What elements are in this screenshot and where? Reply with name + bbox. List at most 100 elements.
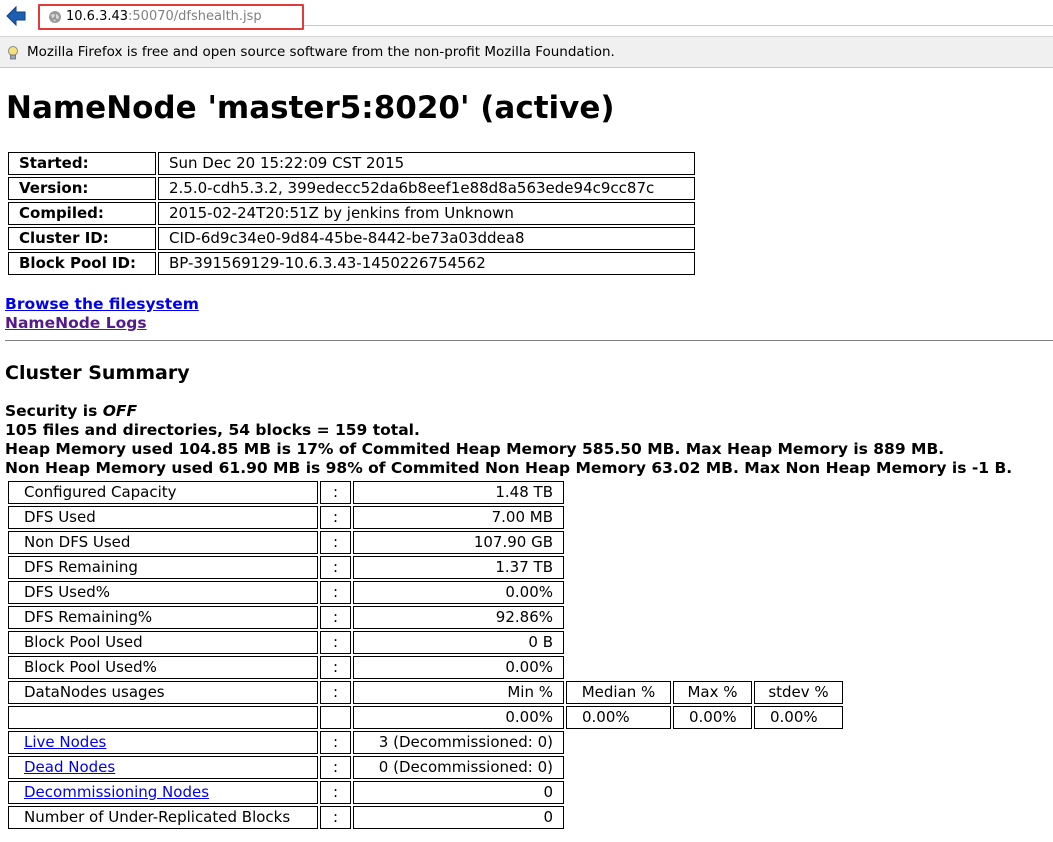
node-row: Dead Nodes:0 (Decommissioned: 0) — [8, 756, 843, 779]
info-key: Cluster ID: — [8, 227, 156, 250]
capacity-label: DFS Used% — [8, 581, 318, 604]
separator-cell: : — [320, 631, 351, 654]
cluster-capacity-table: Configured Capacity:1.48 TB DFS Used:7.00… — [6, 479, 845, 831]
info-row: Started: Sun Dec 20 15:22:09 CST 2015 — [8, 152, 695, 175]
datanodes-value-median: 0.00% — [566, 706, 671, 729]
security-line: Security is OFF — [5, 402, 1012, 421]
node-link[interactable]: Dead Nodes — [24, 758, 115, 776]
browse-filesystem-link[interactable]: Browse the filesystem — [5, 295, 199, 314]
separator-cell: : — [320, 556, 351, 579]
node-value: 0 — [353, 806, 564, 829]
url-host: 10.6.3.43 — [66, 9, 129, 24]
datanodes-header-max: Max % — [673, 681, 752, 704]
lightbulb-icon — [8, 46, 18, 60]
separator-cell: : — [320, 506, 351, 529]
capacity-row: Configured Capacity:1.48 TB — [8, 481, 843, 504]
info-key: Block Pool ID: — [8, 252, 156, 275]
separator-cell: : — [320, 781, 351, 804]
separator-cell: : — [320, 806, 351, 829]
capacity-row: DFS Used:7.00 MB — [8, 506, 843, 529]
notification-bar: Mozilla Firefox is free and open source … — [0, 36, 1053, 68]
empty-cell — [8, 706, 318, 729]
info-row: Compiled: 2015-02-24T20:51Z by jenkins fr… — [8, 202, 695, 225]
capacity-value: 1.37 TB — [353, 556, 564, 579]
divider — [5, 340, 1053, 341]
separator-cell: : — [320, 481, 351, 504]
separator-cell: : — [320, 681, 351, 704]
capacity-label: DFS Remaining — [8, 556, 318, 579]
separator-cell: : — [320, 731, 351, 754]
summary-line: Non Heap Memory used 61.90 MB is 98% of … — [5, 459, 1013, 477]
info-value: BP-391569129-10.6.3.43-1450226754562 — [158, 252, 695, 275]
node-label-cell: Live Nodes — [8, 731, 318, 754]
datanodes-header-row: DataNodes usages: Min % Median % Max % stdev… — [8, 681, 843, 704]
empty-cell — [320, 706, 351, 729]
capacity-value: 0.00% — [353, 581, 564, 604]
capacity-value: 1.48 TB — [353, 481, 564, 504]
datanodes-value-max: 0.00% — [673, 706, 752, 729]
capacity-row: DFS Remaining:1.37 TB — [8, 556, 843, 579]
separator-cell: : — [320, 606, 351, 629]
capacity-label: Non DFS Used — [8, 531, 318, 554]
datanodes-label: DataNodes usages — [8, 681, 318, 704]
capacity-label: DFS Used — [8, 506, 318, 529]
info-row: Block Pool ID: BP-391569129-10.6.3.43-145… — [8, 252, 695, 275]
capacity-row: Non DFS Used:107.90 GB — [8, 531, 843, 554]
url-bar[interactable]: 10.6.3.43:50070/dfshealth.jsp — [38, 4, 304, 30]
page-title: NameNode 'master5:8020' (active) — [6, 90, 615, 126]
node-label-cell: Number of Under-Replicated Blocks — [8, 806, 318, 829]
info-key: Started: — [8, 152, 156, 175]
node-value: 0 — [353, 781, 564, 804]
capacity-value: 0 B — [353, 631, 564, 654]
capacity-row: DFS Used%:0.00% — [8, 581, 843, 604]
node-value: 0 (Decommissioned: 0) — [353, 756, 564, 779]
info-value: 2.5.0-cdh5.3.2, 399edecc52da6b8eef1e88d8… — [158, 177, 695, 200]
cluster-summary-text: Security is OFF 105 files and directorie… — [5, 402, 1012, 478]
node-row: Number of Under-Replicated Blocks:0 — [8, 806, 843, 829]
capacity-row: DFS Remaining%:92.86% — [8, 606, 843, 629]
summary-line: 105 files and directories, 54 blocks = 1… — [5, 421, 420, 439]
globe-icon — [49, 11, 61, 23]
info-key: Compiled: — [8, 202, 156, 225]
capacity-label: Block Pool Used — [8, 631, 318, 654]
node-row: Decommissioning Nodes:0 — [8, 781, 843, 804]
datanodes-header-min: Min % — [353, 681, 564, 704]
datanodes-header-median: Median % — [566, 681, 671, 704]
security-label: Security is — [5, 402, 103, 420]
node-label-cell: Decommissioning Nodes — [8, 781, 318, 804]
info-value: Sun Dec 20 15:22:09 CST 2015 — [158, 152, 695, 175]
browser-toolbar: 10.6.3.43:50070/dfshealth.jsp — [0, 0, 1053, 34]
info-key: Version: — [8, 177, 156, 200]
capacity-value: 107.90 GB — [353, 531, 564, 554]
url-text: 10.6.3.43:50070/dfshealth.jsp — [66, 9, 262, 25]
info-value: CID-6d9c34e0-9d84-45be-8442-be73a03ddea8 — [158, 227, 695, 250]
node-link[interactable]: Live Nodes — [24, 733, 106, 751]
security-value: OFF — [102, 402, 138, 420]
separator-cell: : — [320, 531, 351, 554]
summary-line: Heap Memory used 104.85 MB is 17% of Com… — [5, 440, 945, 458]
namenode-logs-link[interactable]: NameNode Logs — [5, 314, 199, 333]
namenode-info-table: Started: Sun Dec 20 15:22:09 CST 2015 Vers… — [6, 150, 697, 277]
info-row: Version: 2.5.0-cdh5.3.2, 399edecc52da6b8e… — [8, 177, 695, 200]
node-row: Live Nodes:3 (Decommissioned: 0) — [8, 731, 843, 754]
datanodes-values-row: 0.00% 0.00% 0.00% 0.00% — [8, 706, 843, 729]
back-arrow-icon[interactable] — [4, 4, 28, 28]
node-value: 3 (Decommissioned: 0) — [353, 731, 564, 754]
info-row: Cluster ID: CID-6d9c34e0-9d84-45be-8442-b… — [8, 227, 695, 250]
node-label-cell: Dead Nodes — [8, 756, 318, 779]
page-links: Browse the filesystem NameNode Logs — [5, 295, 199, 333]
capacity-label: DFS Remaining% — [8, 606, 318, 629]
node-link[interactable]: Decommissioning Nodes — [24, 783, 209, 801]
info-value: 2015-02-24T20:51Z by jenkins from Unknow… — [158, 202, 695, 225]
capacity-row: Block Pool Used%:0.00% — [8, 656, 843, 679]
datanodes-value-stdev: 0.00% — [754, 706, 843, 729]
capacity-label: Configured Capacity — [8, 481, 318, 504]
separator-cell: : — [320, 581, 351, 604]
capacity-value: 92.86% — [353, 606, 564, 629]
separator-cell: : — [320, 756, 351, 779]
separator-cell: : — [320, 656, 351, 679]
url-path: :50070/dfshealth.jsp — [128, 9, 262, 24]
capacity-label: Block Pool Used% — [8, 656, 318, 679]
toolbar-divider — [304, 25, 1053, 26]
datanodes-header-stdev: stdev % — [754, 681, 843, 704]
